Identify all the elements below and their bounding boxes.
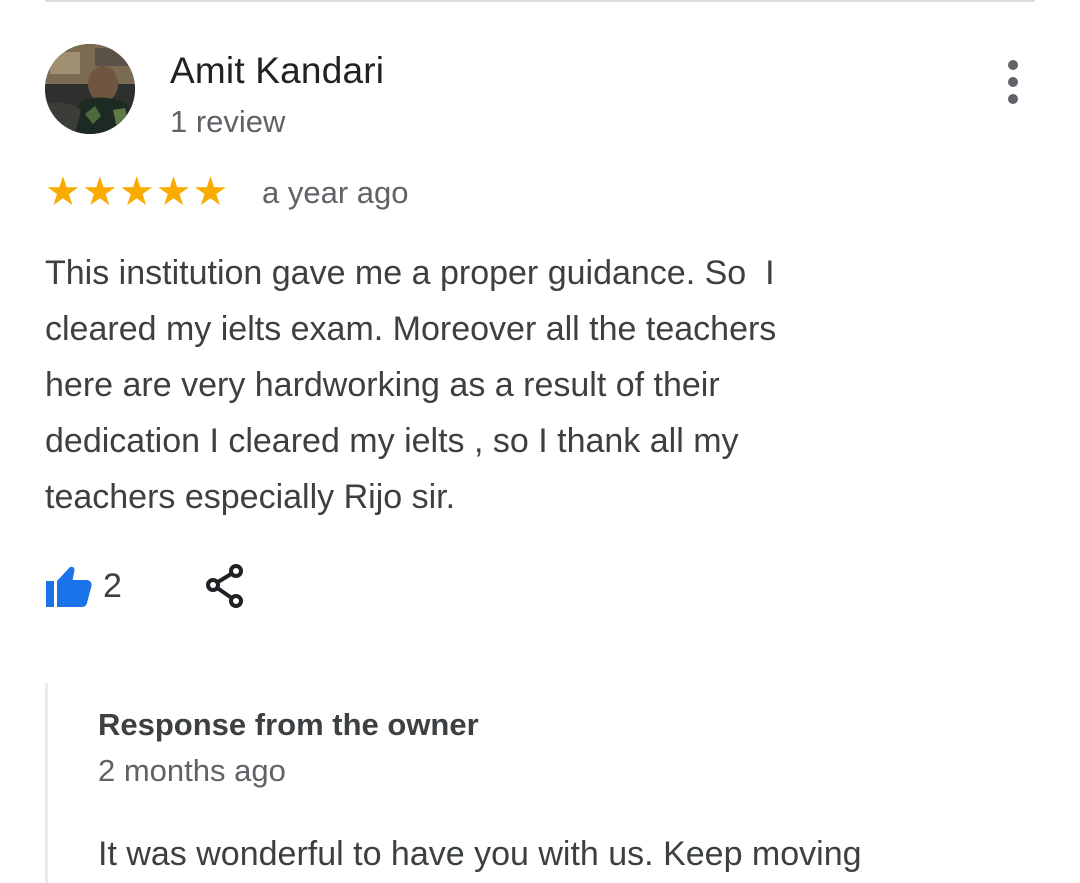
author-review-count: 1 review — [170, 104, 286, 139]
top-divider — [45, 0, 1035, 2]
like-button[interactable]: 2 — [45, 564, 122, 608]
star-icon: ★ — [45, 169, 81, 215]
owner-response-date: 2 months ago — [98, 753, 286, 788]
share-button[interactable] — [204, 563, 246, 609]
owner-response-title: Response from the owner — [98, 707, 479, 742]
author-name[interactable]: Amit Kandari — [170, 50, 384, 92]
review-date: a year ago — [262, 175, 409, 210]
star-icon: ★ — [155, 169, 192, 215]
avatar-photo — [45, 44, 135, 134]
avatar[interactable] — [45, 44, 135, 134]
like-count: 2 — [103, 566, 122, 605]
owner-response: Response from the owner 2 months ago It … — [45, 683, 1038, 883]
review-actions: 2 — [45, 563, 246, 609]
more-vert-icon[interactable] — [998, 60, 1028, 104]
owner-response-text: It was wonderful to have you with us. Ke… — [98, 835, 862, 873]
star-icon: ★ — [81, 169, 118, 215]
thumb-up-icon — [46, 566, 92, 607]
star-icon: ★ — [192, 169, 229, 215]
share-icon — [205, 564, 243, 608]
review-text: This institution gave me a proper guidan… — [45, 254, 777, 516]
star-rating: ★ ★ ★ ★ ★ — [45, 170, 228, 214]
star-icon: ★ — [118, 169, 155, 215]
